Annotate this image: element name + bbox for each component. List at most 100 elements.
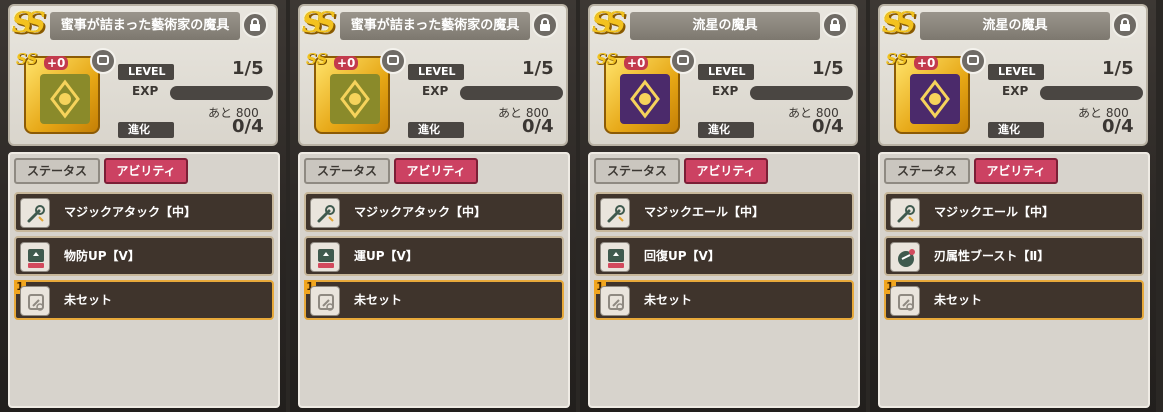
empty-slot-icon [20,286,50,316]
ability-frame: ステータス アビリティ マジックアタック【中】 運UP【V】 1 [298,152,570,408]
lock-button[interactable] [822,12,848,38]
lock-icon [830,18,840,31]
equipment-compare-screen: SS 蜜事が詰まった藝術家の魔具 SS +0 LEVEL 1/5 EXP あと … [0,0,1163,412]
exp-label: EXP [712,84,739,98]
ability-label: マジックアタック【中】 [354,205,487,219]
evolution-value: 0/4 [1102,116,1134,137]
evolution-label: 進化 [988,122,1044,138]
ability-slot-3[interactable]: 1 未セット [594,280,854,320]
memo-icon [677,55,689,65]
magic-yell-icon [600,198,630,228]
ability-slot-3[interactable]: 1 未セット [304,280,564,320]
tome-cover [910,74,960,124]
level-value: 1/5 [522,58,554,79]
ability-slot-2[interactable]: 物防UP【V】 [14,236,274,276]
lock-icon [1120,18,1130,31]
lock-button[interactable] [242,12,268,38]
ability-slot-1[interactable]: マジックアタック【中】 [304,192,564,232]
tab-ability[interactable]: アビリティ [394,158,478,184]
level-label: LEVEL [988,64,1044,80]
exp-label: EXP [1002,84,1029,98]
relic-title: 流星の魔具 [630,12,820,40]
relic-title: 蜜事が詰まった藝術家の魔具 [50,12,240,40]
memo-button[interactable] [670,48,696,74]
tab-status[interactable]: ステータス [594,158,680,184]
level-value: 1/5 [232,58,264,79]
rank-small: SS [306,50,328,68]
tab-status[interactable]: ステータス [884,158,970,184]
plus-badge: +0 [334,56,359,70]
tab-ability[interactable]: アビリティ [974,158,1058,184]
relic-panel-1: SS 蜜事が詰まった藝術家の魔具 SS +0 LEVEL 1/5 EXP あと … [0,0,286,412]
relic-title: 蜜事が詰まった藝術家の魔具 [340,12,530,40]
ability-slot-1[interactable]: マジックエール【中】 [884,192,1144,232]
level-label: LEVEL [408,64,464,80]
lock-button[interactable] [532,12,558,38]
evolution-value: 0/4 [232,116,264,137]
memo-button[interactable] [960,48,986,74]
exp-label: EXP [132,84,159,98]
plus-badge: +0 [624,56,649,70]
tome-emblem-icon [630,79,660,119]
ability-frame: ステータス アビリティ マジックエール【中】 刃属性ブースト【Ⅱ】 1 [878,152,1150,408]
ability-label: マジックエール【中】 [644,205,765,219]
ability-slot-1[interactable]: マジックアタック【中】 [14,192,274,232]
relic-panel-2: SS 蜜事が詰まった藝術家の魔具 SS +0 LEVEL 1/5 EXP あと … [290,0,576,412]
relic-panel-3: SS 流星の魔具 SS +0 LEVEL 1/5 EXP あと 800 進化 0… [580,0,866,412]
ability-slot-3[interactable]: 1 未セット [884,280,1144,320]
heal-up-icon [600,242,630,272]
relic-header-card: SS 蜜事が詰まった藝術家の魔具 SS +0 LEVEL 1/5 EXP あと … [298,4,568,146]
ability-label: 未セット [354,293,403,307]
level-label: LEVEL [698,64,754,80]
relic-header-card: SS 流星の魔具 SS +0 LEVEL 1/5 EXP あと 800 進化 0… [588,4,858,146]
rank-small: SS [16,50,38,68]
exp-label: EXP [422,84,449,98]
relic-header-card: SS 流星の魔具 SS +0 LEVEL 1/5 EXP あと 800 進化 0… [878,4,1148,146]
exp-bar [460,86,563,100]
relic-header-card: SS 蜜事が詰まった藝術家の魔具 SS +0 LEVEL 1/5 EXP あと … [8,4,278,146]
ability-label: 刃属性ブースト【Ⅱ】 [934,249,1050,263]
rank-small: SS [596,50,618,68]
ability-label: 未セット [934,293,983,307]
ability-label: 回復UP【V】 [644,249,720,263]
lock-button[interactable] [1112,12,1138,38]
memo-button[interactable] [380,48,406,74]
ability-slot-3[interactable]: 1 未セット [14,280,274,320]
memo-icon [387,55,399,65]
empty-slot-icon [600,286,630,316]
empty-slot-icon [890,286,920,316]
blade-boost-icon [890,242,920,272]
rank-small: SS [886,50,908,68]
ability-label: 未セット [644,293,693,307]
lock-icon [250,18,260,31]
tome-cover [40,74,90,124]
tab-ability[interactable]: アビリティ [684,158,768,184]
ability-slot-1[interactable]: マジックエール【中】 [594,192,854,232]
tab-ability[interactable]: アビリティ [104,158,188,184]
tab-status[interactable]: ステータス [304,158,390,184]
evolution-value: 0/4 [812,116,844,137]
tome-emblem-icon [920,79,950,119]
exp-bar [750,86,853,100]
ability-label: 物防UP【V】 [64,249,140,263]
evolution-value: 0/4 [522,116,554,137]
exp-bar [170,86,273,100]
evolution-label: 進化 [408,122,464,138]
evolution-label: 進化 [118,122,174,138]
ability-slot-2[interactable]: 刃属性ブースト【Ⅱ】 [884,236,1144,276]
tab-status[interactable]: ステータス [14,158,100,184]
ability-slot-2[interactable]: 回復UP【V】 [594,236,854,276]
exp-bar [1040,86,1143,100]
plus-badge: +0 [44,56,69,70]
ability-slot-2[interactable]: 運UP【V】 [304,236,564,276]
level-value: 1/5 [1102,58,1134,79]
empty-slot-icon [310,286,340,316]
level-label: LEVEL [118,64,174,80]
memo-icon [97,55,109,65]
lock-icon [540,18,550,31]
tome-cover [620,74,670,124]
memo-button[interactable] [90,48,116,74]
plus-badge: +0 [914,56,939,70]
ability-frame: ステータス アビリティ マジックエール【中】 回復UP【V】 1 [588,152,860,408]
memo-icon [967,55,979,65]
